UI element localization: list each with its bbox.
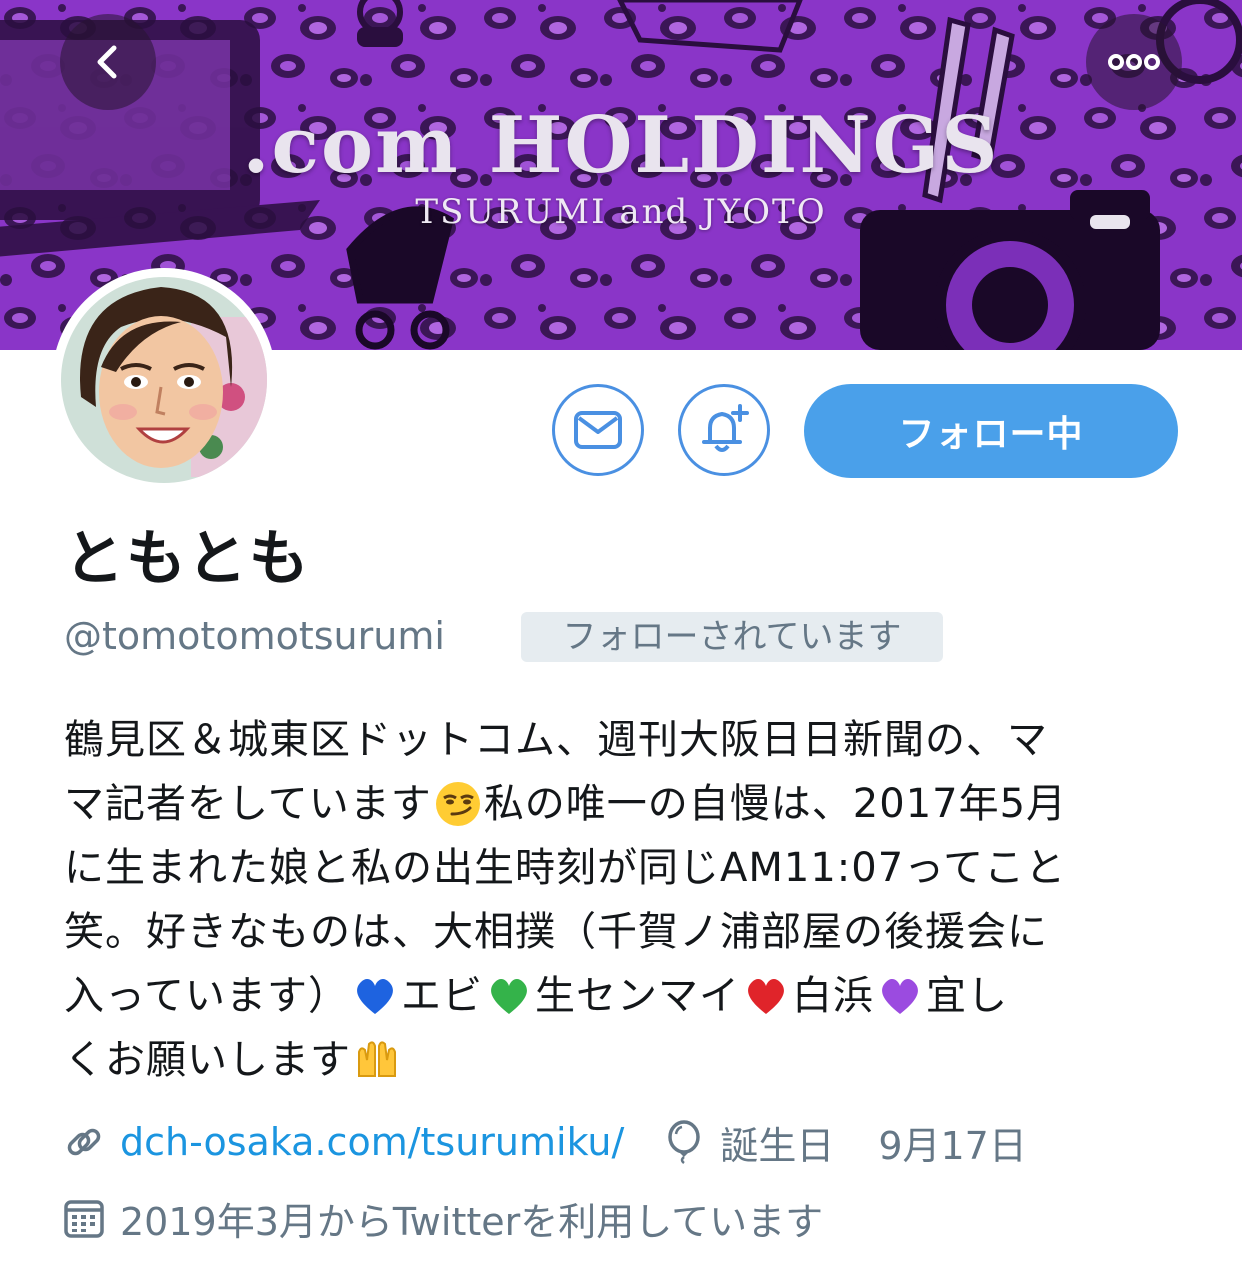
display-name: ともとも [64, 524, 311, 594]
bio-text: 入っています） [64, 973, 349, 1019]
profile-url-link[interactable]: dch-osaka.com/tsurumiku/ [120, 1120, 624, 1164]
message-button[interactable] [552, 384, 644, 476]
joined-date: 2019年3月からTwitterを利用しています [120, 1199, 824, 1244]
joined-row: 2019年3月からTwitterを利用しています [62, 1190, 823, 1246]
bio-text: に生まれた娘と私の出生時刻が同じAM11:07ってこと [64, 845, 1067, 891]
bio-line: に生まれた娘と私の出生時刻が同じAM11:07ってこと [64, 836, 1174, 900]
bio-line: 笑。好きなものは、大相撲（千賀ノ浦部屋の後援会に [64, 900, 1174, 964]
back-button[interactable] [60, 14, 156, 110]
bio-text: 生センマイ [535, 973, 740, 1019]
bio-text: 私の唯一の自慢は、2017年5月 [483, 781, 1068, 827]
bio-text: 笑。好きなものは、大相撲（千賀ノ浦部屋の後援会に [64, 909, 1048, 955]
balloon-icon [662, 1120, 706, 1164]
profile-bio: 鶴見区＆城東区ドットコム、週刊大阪日日新聞の、マ マ記者をしています 私の唯一の… [64, 708, 1174, 1092]
red-heart-icon [748, 979, 784, 1014]
banner-title: .com HOLDINGS [242, 100, 1000, 191]
green-heart-icon [491, 979, 527, 1014]
notifications-button[interactable] [678, 384, 770, 476]
avatar-image [61, 277, 267, 483]
bio-line: くお願いします [64, 1028, 1174, 1092]
envelope-icon [574, 411, 622, 449]
bell-plus-icon [702, 404, 749, 452]
more-horizontal-icon [1108, 54, 1160, 70]
profile-meta-row: dch-osaka.com/tsurumiku/ 誕生日 9月17日 [62, 1114, 1027, 1170]
bio-text: エビ [401, 973, 483, 1019]
bio-text: 白浜 [792, 973, 874, 1019]
blue-heart-icon [357, 979, 393, 1014]
birthday-label: 誕生日 [720, 1123, 835, 1168]
link-icon [62, 1120, 106, 1164]
follows-you-badge: フォローされています [521, 612, 943, 662]
purple-heart-icon [882, 979, 918, 1014]
following-button[interactable]: フォロー中 [804, 384, 1178, 478]
bio-text: くお願いします [64, 1037, 351, 1083]
chevron-left-icon [97, 45, 117, 79]
calendar-icon [62, 1196, 106, 1240]
bio-line: 入っています） エビ 生センマイ 白浜 宜し [64, 964, 1174, 1028]
avatar[interactable] [52, 268, 276, 492]
bio-text: 鶴見区＆城東区ドットコム、週刊大阪日日新聞の、マ [64, 717, 1048, 763]
birthday-value: 9月17日 [878, 1123, 1027, 1168]
bio-line: マ記者をしています 私の唯一の自慢は、2017年5月 [64, 772, 1174, 836]
profile-page: .com HOLDINGS TSURUMI and JYOTO フォロー中 とも… [0, 0, 1242, 1280]
birthday-group: 誕生日 9月17日 [662, 1115, 1027, 1170]
bio-line: 鶴見区＆城東区ドットコム、週刊大阪日日新聞の、マ [64, 708, 1174, 772]
bio-text: 宜し [926, 973, 1008, 1019]
banner-subtitle: TSURUMI and JYOTO [415, 192, 827, 232]
smirk-emoji-icon [435, 782, 480, 826]
more-button[interactable] [1086, 14, 1182, 110]
username-handle: @tomotomotsurumi [64, 614, 445, 658]
bio-text: マ記者をしています [64, 781, 432, 827]
raised-hands-icon [358, 1041, 396, 1077]
